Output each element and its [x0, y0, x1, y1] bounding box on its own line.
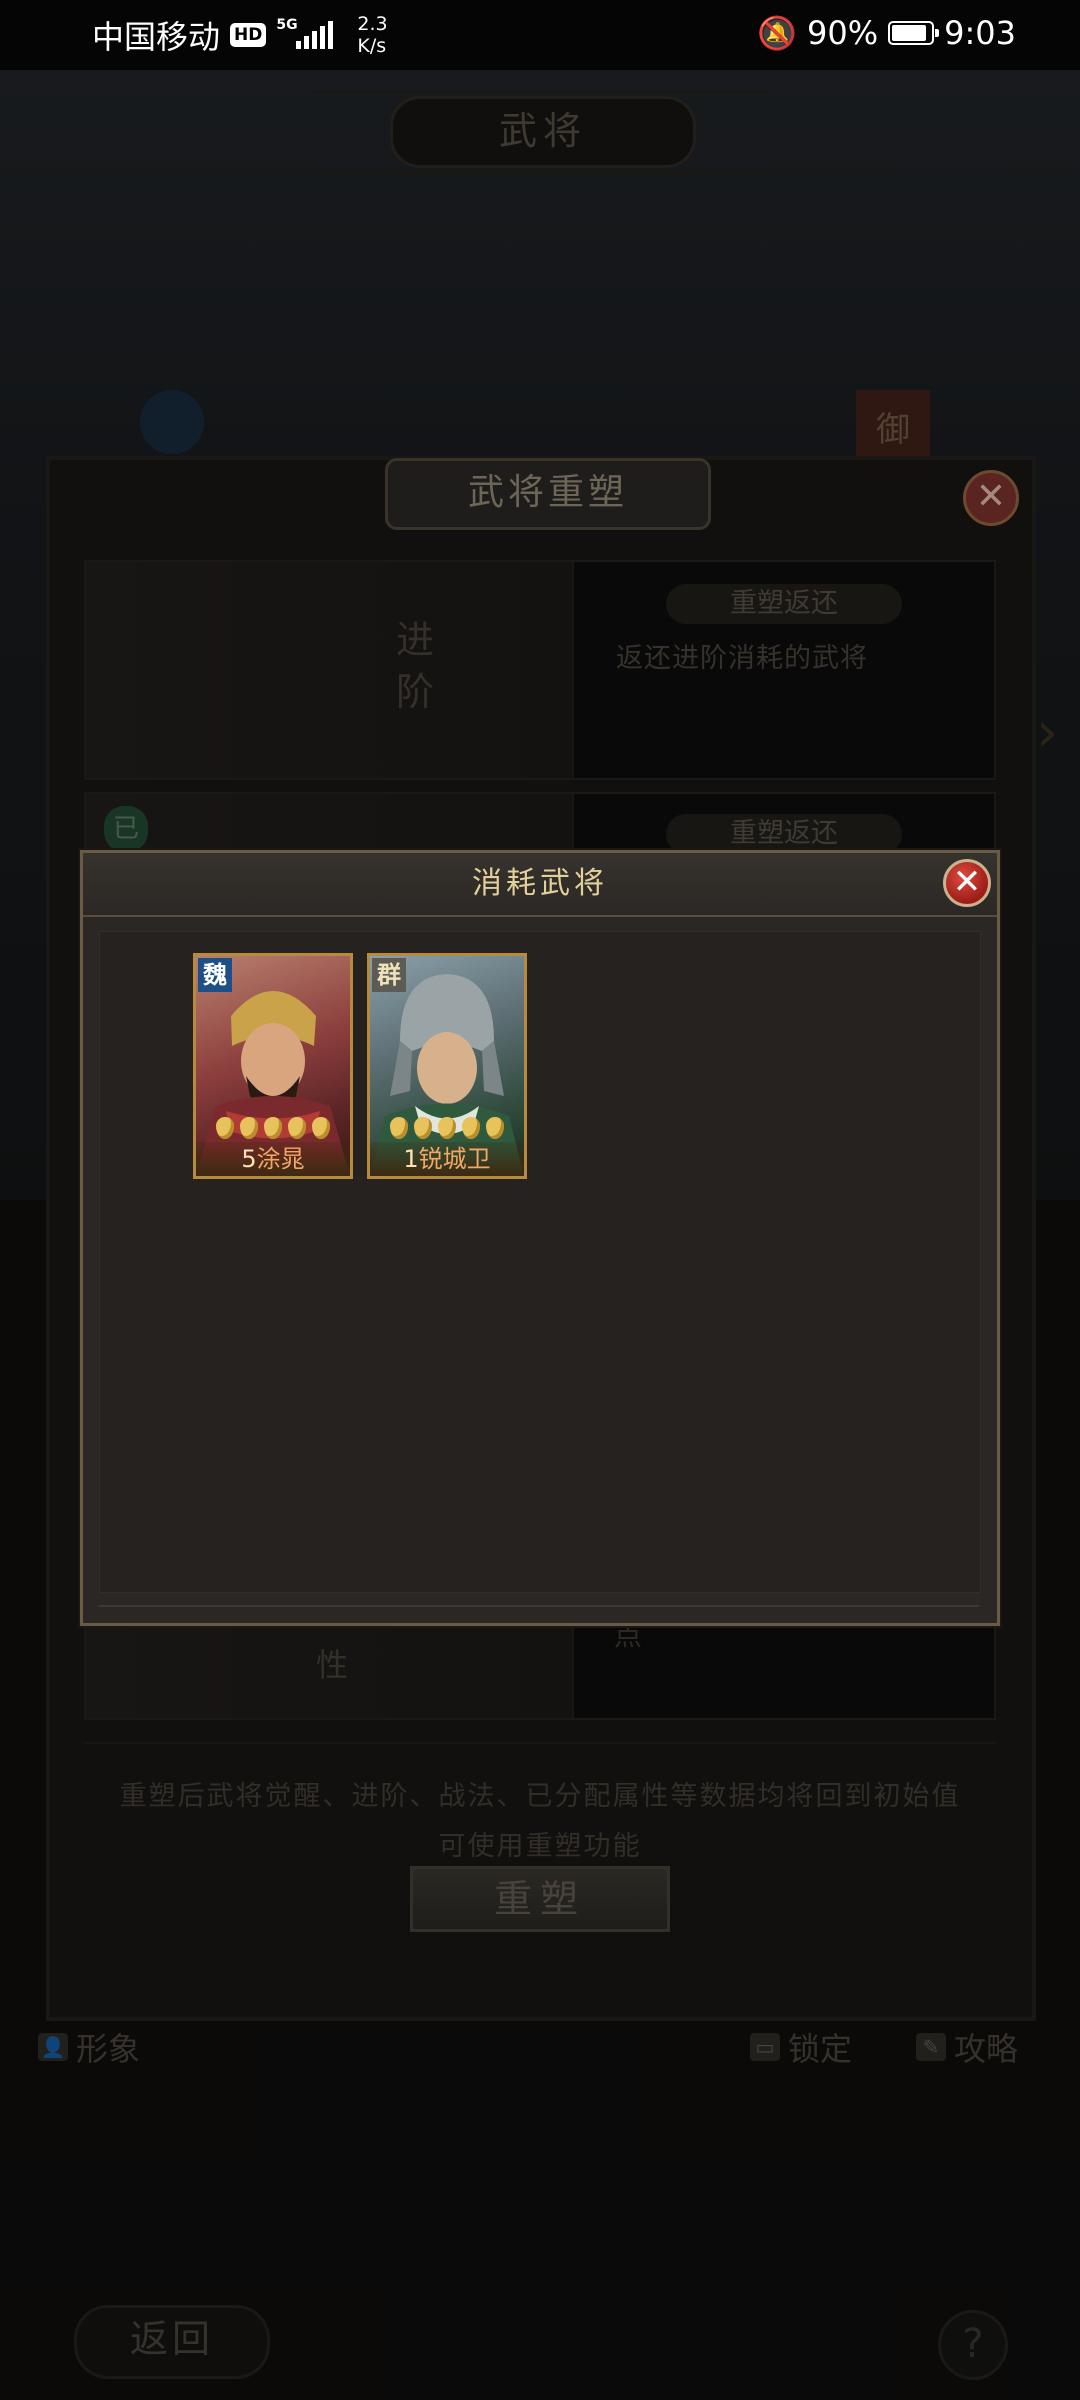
star-icon	[216, 1117, 234, 1139]
star-icon	[390, 1117, 408, 1139]
star-icon	[486, 1117, 504, 1139]
status-bar-left: 中国移动 HD 5G 2.3 K/s	[92, 12, 388, 58]
star-icon	[240, 1117, 258, 1139]
general-name: 1锐城卫	[370, 1142, 524, 1176]
battery-icon	[888, 21, 940, 45]
general-level: 5	[241, 1145, 257, 1173]
modal-header: 消耗武将 ✕	[83, 853, 997, 917]
carrier-label: 中国移动	[92, 18, 221, 56]
hd-icon: HD	[230, 23, 267, 47]
general-card[interactable]: 魏 5涂晁	[193, 953, 353, 1179]
clock: 9:03	[944, 14, 1016, 52]
rebuild-dialog-title: 武将重塑	[385, 458, 711, 530]
close-icon[interactable]: ✕	[943, 859, 991, 907]
network-type: 5G	[276, 17, 298, 33]
star-icon	[288, 1117, 306, 1139]
rebuild-close-icon[interactable]: ✕	[963, 470, 1019, 526]
bell-muted-icon: 🔕	[757, 14, 798, 52]
modal-title: 消耗武将	[472, 866, 608, 901]
signal-icon: 5G	[276, 17, 334, 49]
faction-badge: 群	[372, 958, 406, 992]
star-rating	[196, 1114, 350, 1142]
modal-divider	[99, 1605, 979, 1607]
status-bar: 中国移动 HD 5G 2.3 K/s 🔕 90% 9:03	[0, 0, 1080, 70]
general-level: 1	[403, 1145, 419, 1173]
star-icon	[264, 1117, 282, 1139]
star-rating	[370, 1114, 524, 1142]
star-icon	[462, 1117, 480, 1139]
battery-percent: 90%	[807, 14, 879, 52]
network-speed: 2.3 K/s	[357, 13, 388, 57]
star-icon	[438, 1117, 456, 1139]
star-icon	[414, 1117, 432, 1139]
status-bar-right: 🔕 90% 9:03	[757, 14, 1016, 52]
general-name: 5涂晁	[196, 1142, 350, 1176]
consume-generals-modal: 消耗武将 ✕ 魏 5涂晁 群 1锐城卫	[80, 850, 1000, 1626]
faction-badge: 魏	[198, 958, 232, 992]
star-icon	[312, 1117, 330, 1139]
general-card[interactable]: 群 1锐城卫	[367, 953, 527, 1179]
